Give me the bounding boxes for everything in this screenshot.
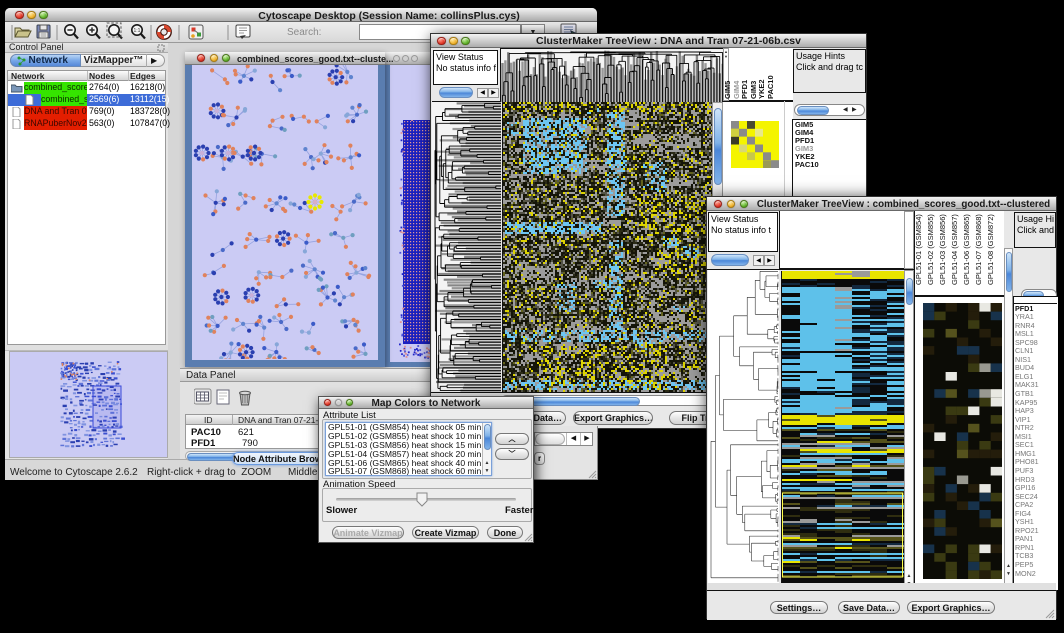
svg-text:1:1: 1:1 xyxy=(134,28,141,34)
